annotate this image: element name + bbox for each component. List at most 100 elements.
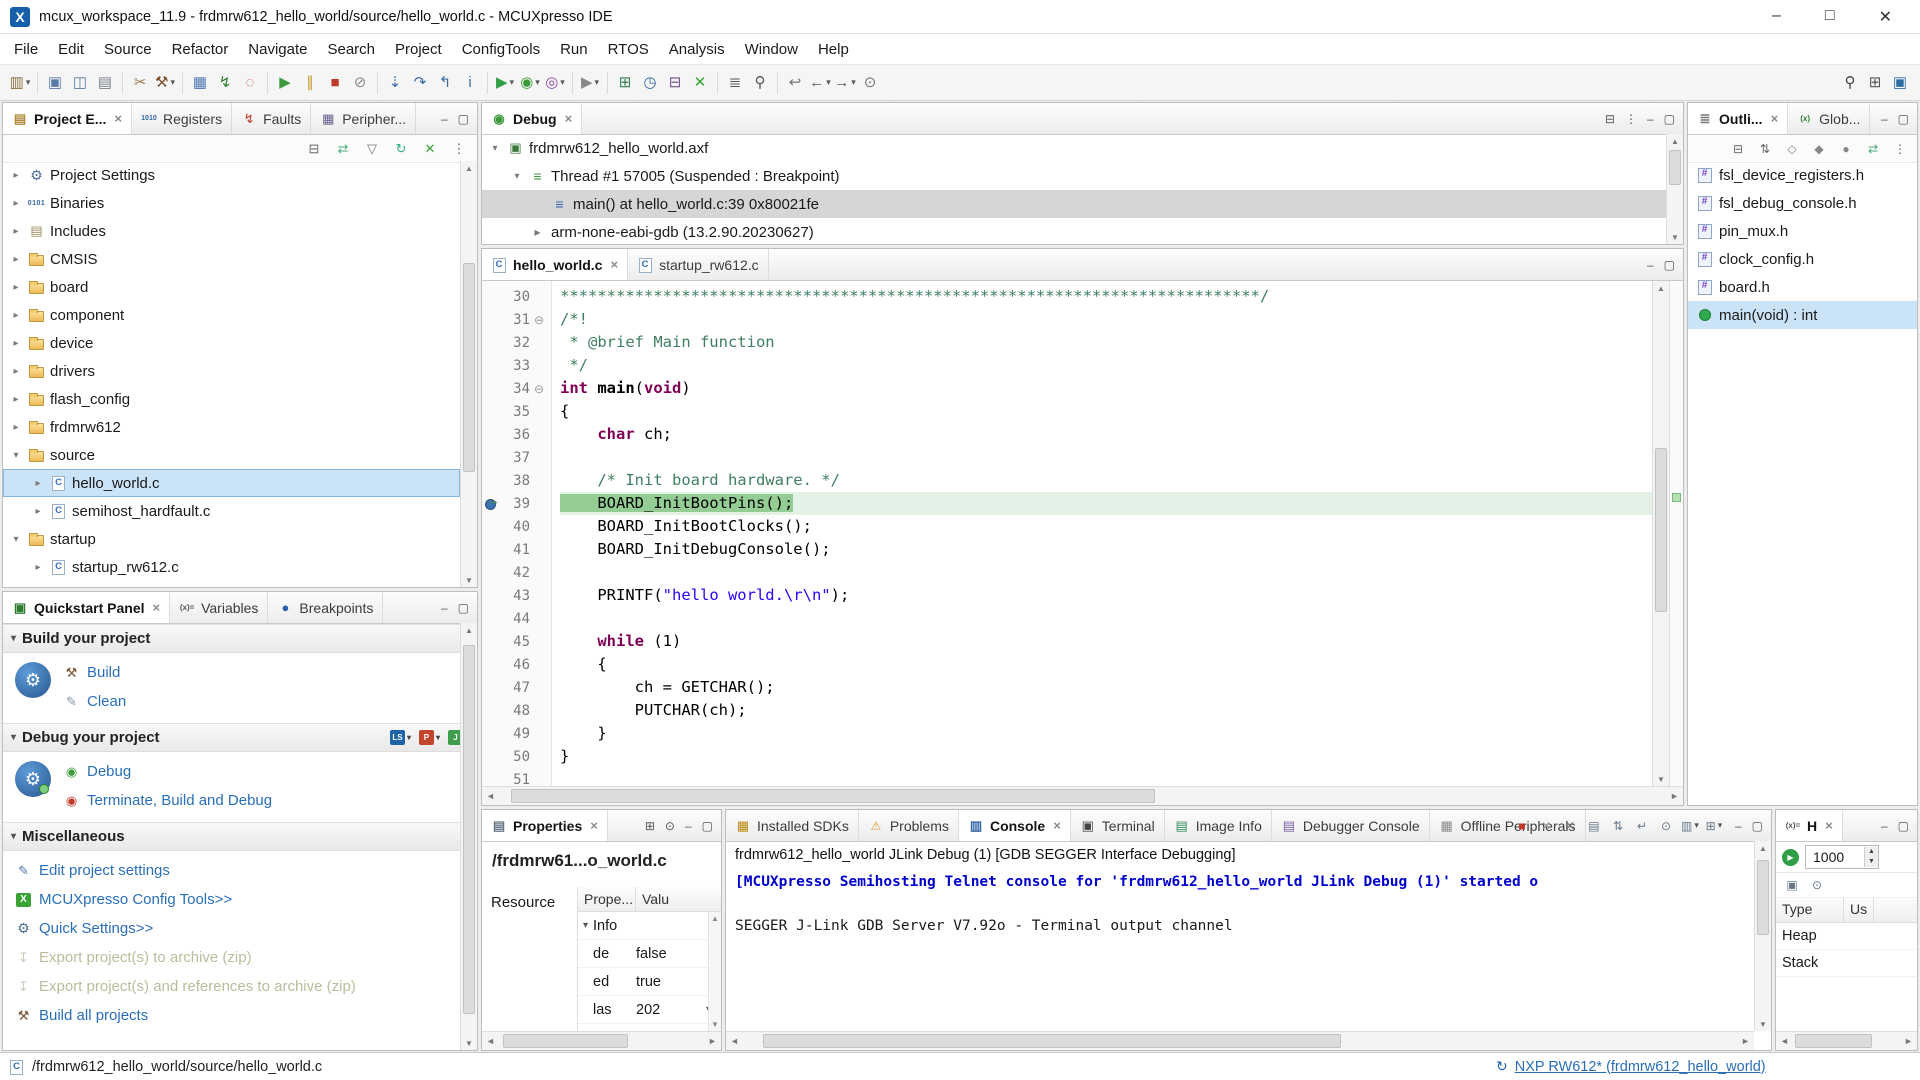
scroll-thumb[interactable]: [511, 789, 1155, 803]
code-line-47[interactable]: ch = GETCHAR();: [560, 676, 1652, 699]
expander-icon[interactable]: [9, 450, 23, 461]
view-menu-icon[interactable]: ⋮: [1625, 112, 1637, 126]
config-tools-icon[interactable]: ✕: [688, 71, 712, 95]
overview-ruler[interactable]: [1669, 281, 1683, 786]
menu-item[interactable]: Window: [735, 36, 808, 63]
code-line-51[interactable]: [560, 768, 1652, 786]
ruler-line-45[interactable]: 45: [482, 630, 551, 653]
outline-item[interactable]: main(void) : int: [1688, 301, 1917, 329]
menu-item[interactable]: Run: [550, 36, 598, 63]
build-section-header[interactable]: ▾ Build your project: [3, 624, 477, 653]
collapse-all-icon[interactable]: ⊟: [304, 139, 324, 159]
target-device-link[interactable]: ↻ NXP RW612* (frdmrw612_hello_world): [1496, 1058, 1766, 1075]
quick-search-icon[interactable]: ⚲: [1838, 71, 1862, 95]
maximize-window-button[interactable]: □: [1825, 7, 1835, 27]
scroll-left-icon[interactable]: ◄: [482, 791, 499, 801]
scroll-up-icon[interactable]: ▲: [1759, 841, 1767, 855]
console-horizontal-scrollbar[interactable]: ◄ ►: [726, 1031, 1754, 1050]
clocks-tool-icon[interactable]: ◷: [638, 71, 662, 95]
new-project-icon[interactable]: ▦: [188, 71, 212, 95]
expander-icon[interactable]: [9, 254, 23, 265]
scroll-right-icon[interactable]: ►: [1666, 791, 1683, 801]
menu-item[interactable]: Edit: [48, 36, 94, 63]
fold-icon[interactable]: ⊖: [530, 313, 548, 327]
outline-item[interactable]: fsl_device_registers.h: [1688, 161, 1917, 189]
ruler-line-35[interactable]: 35: [482, 400, 551, 423]
usage-table-row[interactable]: Heap: [1776, 923, 1917, 950]
ruler-line-49[interactable]: 49: [482, 722, 551, 745]
maximize-view-icon[interactable]: ▢: [1898, 112, 1909, 126]
terminal-icon[interactable]: ≣: [723, 71, 747, 95]
minimize-view-icon[interactable]: –: [441, 112, 448, 126]
save-icon[interactable]: ▣: [43, 71, 67, 95]
minimize-view-icon[interactable]: –: [1647, 112, 1654, 126]
close-tab-icon[interactable]: ×: [565, 111, 573, 126]
expander-icon[interactable]: [9, 198, 23, 209]
menu-item[interactable]: Source: [94, 36, 162, 63]
ruler-line-30[interactable]: 30: [482, 285, 551, 308]
ruler-line-41[interactable]: 41: [482, 538, 551, 561]
link-with-editor-icon[interactable]: ⇄: [1864, 139, 1882, 159]
code-line-37[interactable]: [560, 446, 1652, 469]
close-tab-icon[interactable]: ×: [114, 111, 122, 126]
project-tree-item[interactable]: hello_world.c: [3, 469, 460, 497]
property-row[interactable]: Info: [578, 912, 721, 940]
ruler-line-32[interactable]: 32: [482, 331, 551, 354]
code-line-49[interactable]: }: [560, 722, 1652, 745]
search-icon[interactable]: ⚲: [748, 71, 772, 95]
debug-tree-item[interactable]: Thread #1 57005 (Suspended : Breakpoint): [482, 162, 1666, 190]
collapse-all-icon[interactable]: ⊟: [1605, 112, 1615, 126]
pin-icon[interactable]: ⊙: [1809, 876, 1825, 894]
resource-category[interactable]: Resource: [482, 889, 577, 915]
scroll-up-icon[interactable]: ▲: [1657, 281, 1665, 295]
outline-item[interactable]: pin_mux.h: [1688, 217, 1917, 245]
scroll-up-icon[interactable]: ▲: [1671, 134, 1679, 148]
expander-icon[interactable]: [31, 506, 45, 517]
resume-icon[interactable]: ▶: [273, 71, 297, 95]
misc-section-header[interactable]: ▾ Miscellaneous: [3, 822, 477, 851]
view-tab[interactable]: Faults ×: [232, 103, 311, 134]
view-tab[interactable]: Problems ×: [859, 810, 959, 841]
column-header[interactable]: Valu: [636, 887, 721, 911]
close-tab-icon[interactable]: ×: [610, 257, 618, 272]
code-line-32[interactable]: * @brief Main function: [560, 331, 1652, 354]
ruler-line-46[interactable]: 46: [482, 653, 551, 676]
build-icon[interactable]: ⚒: [153, 71, 177, 95]
close-tab-icon[interactable]: ×: [1825, 818, 1833, 833]
menu-item[interactable]: Project: [385, 36, 452, 63]
project-tree-scrollbar[interactable]: ▲ ▼: [460, 161, 477, 587]
debug-icon[interactable]: ◉: [518, 71, 542, 95]
minimize-view-icon[interactable]: –: [1735, 819, 1742, 833]
column-header[interactable]: Us: [1844, 898, 1874, 922]
maximize-view-icon[interactable]: ▢: [458, 112, 469, 126]
project-tree-item[interactable]: startup_rw612.c: [3, 553, 460, 581]
scroll-down-icon[interactable]: ▼: [1759, 1017, 1767, 1031]
new-wizard-icon[interactable]: ▥: [8, 71, 32, 95]
pin-console-icon[interactable]: ⊙: [1657, 816, 1675, 836]
minimize-view-icon[interactable]: –: [1881, 819, 1888, 833]
profile-icon[interactable]: ◎: [543, 71, 567, 95]
project-tree-item[interactable]: source: [3, 441, 460, 469]
step-over-icon[interactable]: ↷: [408, 71, 432, 95]
forward-icon[interactable]: →: [833, 71, 857, 95]
view-tab[interactable]: Properties ×: [482, 810, 608, 841]
scroll-down-icon[interactable]: ▼: [1657, 772, 1665, 786]
minimize-view-icon[interactable]: –: [441, 601, 448, 615]
project-tree-item[interactable]: Binaries: [3, 189, 460, 217]
scroll-up-icon[interactable]: ▲: [465, 161, 473, 175]
hide-fields-icon[interactable]: ◇: [1783, 139, 1801, 159]
project-tree-item[interactable]: CMSIS: [3, 245, 460, 273]
ruler-line-48[interactable]: 48: [482, 699, 551, 722]
code-line-38[interactable]: /* Init board hardware. */: [560, 469, 1652, 492]
expander-icon[interactable]: [9, 534, 23, 545]
quickstart-action[interactable]: Terminate, Build and Debug: [63, 788, 272, 813]
console-output[interactable]: [MCUXpresso Semihosting Telnet console f…: [726, 867, 1754, 1031]
menu-item[interactable]: Navigate: [238, 36, 317, 63]
expander-icon[interactable]: [488, 143, 502, 154]
code-line-44[interactable]: [560, 607, 1652, 630]
scroll-right-icon[interactable]: ►: [704, 1036, 721, 1046]
program-flash-icon[interactable]: ↯: [213, 71, 237, 95]
minimize-view-icon[interactable]: –: [1881, 112, 1888, 126]
current-line-marker[interactable]: [1672, 493, 1681, 502]
project-tree-item[interactable]: frdmrw612: [3, 413, 460, 441]
